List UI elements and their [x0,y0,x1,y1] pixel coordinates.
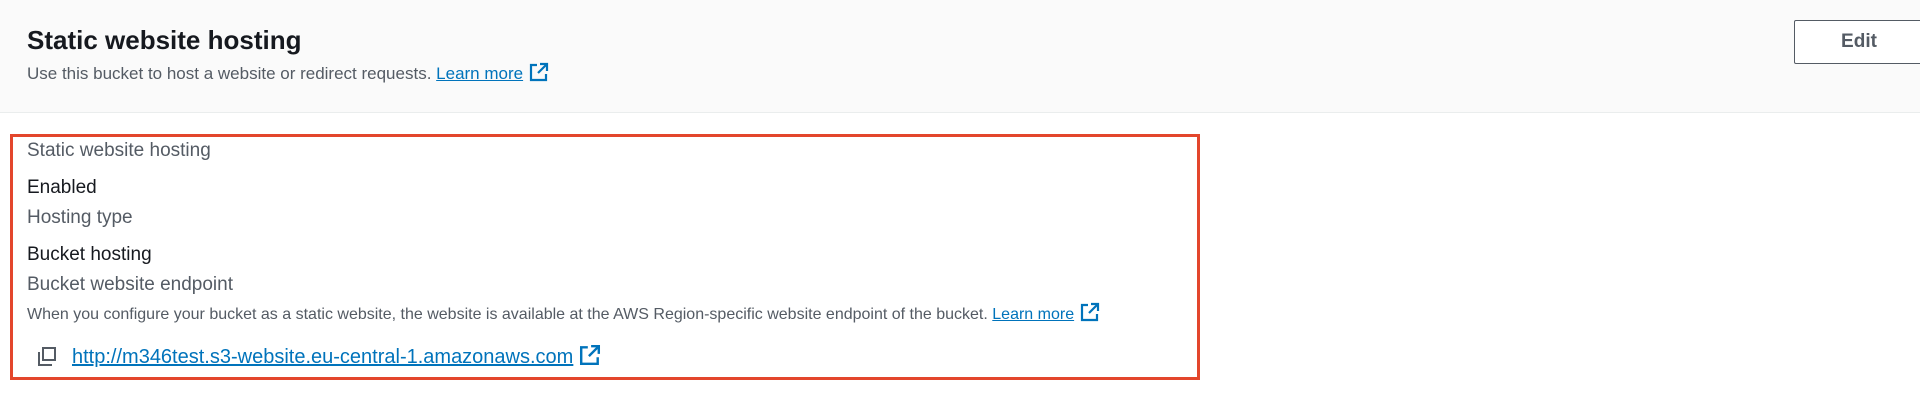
external-link-icon [580,344,601,366]
endpoint-description-text: When you configure your bucket as a stat… [27,306,988,323]
static-website-hosting-label: Static website hosting [27,140,211,161]
panel-description: Use this bucket to host a website or red… [27,62,549,86]
learn-more-link[interactable]: Learn more [436,62,549,83]
edit-button[interactable]: Edit [1794,20,1920,64]
bucket-endpoint-link[interactable]: http://m346test.s3-website.eu-central-1.… [72,344,601,370]
endpoint-learn-more-link[interactable]: Learn more [992,302,1100,323]
hosting-type-value: Bucket hosting [27,244,152,265]
bucket-endpoint-url: http://m346test.s3-website.eu-central-1.… [72,346,574,368]
endpoint-row: http://m346test.s3-website.eu-central-1.… [36,344,601,370]
panel-description-text: Use this bucket to host a website or red… [27,64,432,83]
external-link-icon [1081,302,1100,322]
hosting-type-label: Hosting type [27,207,133,228]
panel-header: Static website hosting Use this bucket t… [0,0,1920,113]
external-link-icon [529,62,549,82]
endpoint-description: When you configure your bucket as a stat… [27,302,1100,327]
learn-more-label: Learn more [436,64,524,83]
copy-icon[interactable] [36,346,58,368]
static-website-hosting-value: Enabled [27,177,97,198]
endpoint-learn-more-label: Learn more [992,306,1075,323]
panel-title: Static website hosting [27,25,302,55]
bucket-website-endpoint-label: Bucket website endpoint [27,274,233,295]
